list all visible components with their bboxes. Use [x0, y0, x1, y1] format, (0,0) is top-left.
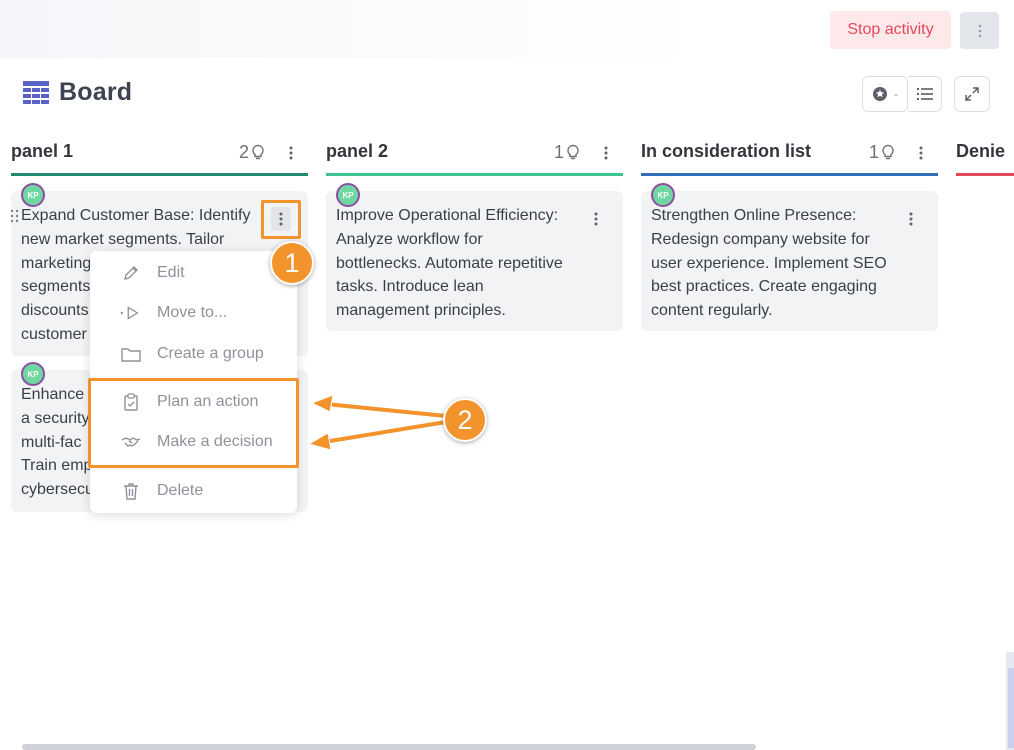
annotation-badge-2: 2 [443, 398, 487, 442]
horizontal-scrollbar[interactable] [22, 744, 756, 750]
window-edge [1008, 668, 1014, 748]
annotation-arrows [307, 394, 447, 451]
